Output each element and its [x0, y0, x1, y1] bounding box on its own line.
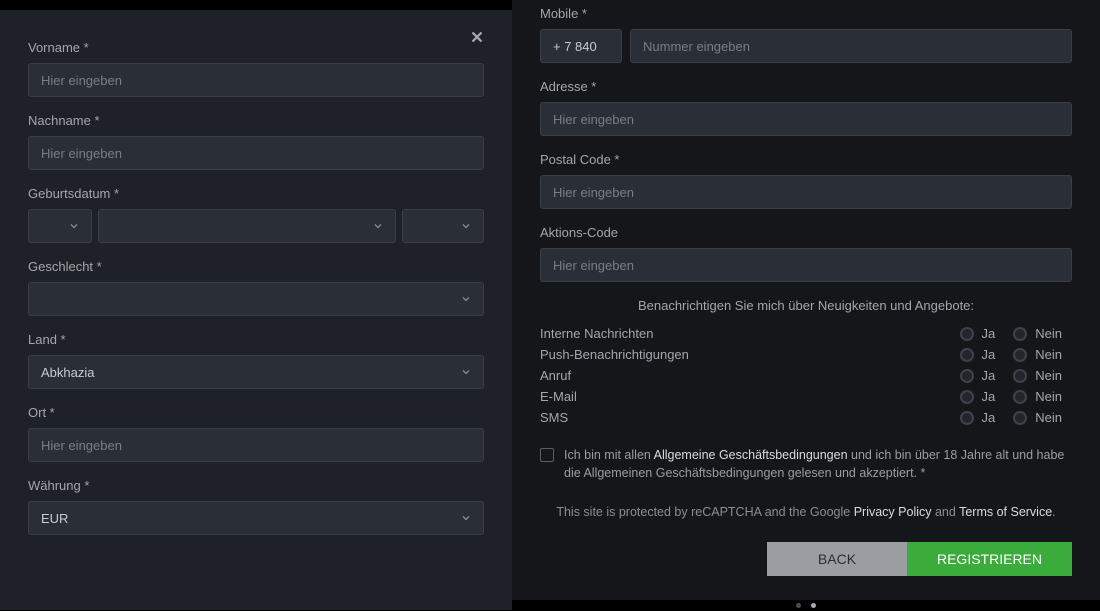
- privacy-policy-link[interactable]: Privacy Policy: [854, 505, 932, 519]
- adresse-input[interactable]: [540, 102, 1072, 136]
- notif-label: E-Mail: [540, 389, 960, 404]
- radio-nein[interactable]: [1013, 411, 1027, 425]
- geschlecht-select[interactable]: [28, 282, 484, 316]
- register-button[interactable]: REGISTRIEREN: [907, 542, 1072, 576]
- adresse-label: Adresse *: [540, 79, 1072, 94]
- radio-ja[interactable]: [960, 390, 974, 404]
- radio-nein[interactable]: [1013, 348, 1027, 362]
- ort-label: Ort *: [28, 405, 484, 420]
- notif-label: Anruf: [540, 368, 960, 383]
- vorname-label: Vorname *: [28, 40, 484, 55]
- postal-label: Postal Code *: [540, 152, 1072, 167]
- radio-ja[interactable]: [960, 327, 974, 341]
- notif-row-email: E-Mail Ja Nein: [540, 386, 1072, 407]
- notif-row-push: Push-Benachrichtigungen Ja Nein: [540, 344, 1072, 365]
- close-icon[interactable]: [468, 28, 490, 50]
- radio-ja[interactable]: [960, 411, 974, 425]
- notif-label: SMS: [540, 410, 960, 425]
- geschlecht-label: Geschlecht *: [28, 259, 484, 274]
- mobile-number-input[interactable]: [630, 29, 1072, 63]
- registration-step-1-panel: Vorname * Nachname * Geburtsdatum * Gesc…: [0, 10, 512, 610]
- radio-nein[interactable]: [1013, 390, 1027, 404]
- radio-nein[interactable]: [1013, 327, 1027, 341]
- mobile-label: Mobile *: [540, 6, 1072, 21]
- mobile-prefix-input[interactable]: [540, 29, 622, 63]
- registration-step-2-panel: Mobile * Adresse * Postal Code * Aktions…: [512, 0, 1100, 600]
- vorname-input[interactable]: [28, 63, 484, 97]
- step-dot-2[interactable]: [811, 603, 816, 608]
- nachname-input[interactable]: [28, 136, 484, 170]
- land-label: Land *: [28, 332, 484, 347]
- step-dots: [540, 596, 1072, 611]
- terms-row: Ich bin mit allen Allgemeine Geschäftsbe…: [540, 446, 1072, 482]
- waehrung-select[interactable]: EUR: [28, 501, 484, 535]
- notif-row-interne: Interne Nachrichten Ja Nein: [540, 323, 1072, 344]
- dob-year-select[interactable]: [402, 209, 484, 243]
- dob-day-select[interactable]: [28, 209, 92, 243]
- notif-label: Push-Benachrichtigungen: [540, 347, 960, 362]
- notification-heading: Benachrichtigen Sie mich über Neuigkeite…: [540, 298, 1072, 313]
- notif-label: Interne Nachrichten: [540, 326, 960, 341]
- radio-nein[interactable]: [1013, 369, 1027, 383]
- notif-row-anruf: Anruf Ja Nein: [540, 365, 1072, 386]
- back-button[interactable]: BACK: [767, 542, 907, 576]
- step-dot-1[interactable]: [796, 603, 801, 608]
- dob-month-select[interactable]: [98, 209, 396, 243]
- postal-input[interactable]: [540, 175, 1072, 209]
- radio-ja[interactable]: [960, 369, 974, 383]
- waehrung-label: Währung *: [28, 478, 484, 493]
- notif-row-sms: SMS Ja Nein: [540, 407, 1072, 428]
- terms-checkbox[interactable]: [540, 448, 554, 462]
- ort-input[interactable]: [28, 428, 484, 462]
- radio-ja[interactable]: [960, 348, 974, 362]
- aktion-input[interactable]: [540, 248, 1072, 282]
- geburtsdatum-label: Geburtsdatum *: [28, 186, 484, 201]
- land-select[interactable]: Abkhazia: [28, 355, 484, 389]
- terms-text-pre: Ich bin mit allen: [564, 448, 654, 462]
- terms-of-service-link[interactable]: Terms of Service: [959, 505, 1052, 519]
- nachname-label: Nachname *: [28, 113, 484, 128]
- terms-link[interactable]: Allgemeine Geschäftsbedingungen: [654, 448, 848, 462]
- recaptcha-notice: This site is protected by reCAPTCHA and …: [540, 504, 1072, 522]
- aktion-label: Aktions-Code: [540, 225, 1072, 240]
